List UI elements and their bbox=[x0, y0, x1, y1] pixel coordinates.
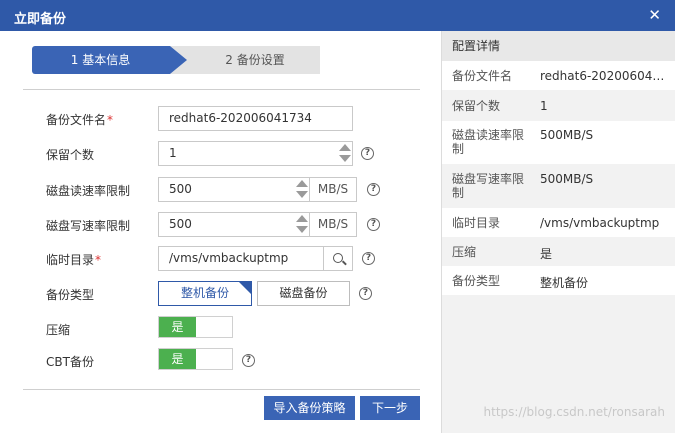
toggle-on-label: 是 bbox=[159, 349, 196, 369]
detail-key: 磁盘读速率限制 bbox=[452, 128, 525, 156]
details-title: 配置详情 bbox=[442, 31, 675, 61]
browse-button[interactable] bbox=[323, 246, 353, 271]
next-button[interactable]: 下一步 bbox=[360, 396, 420, 420]
row-compress: 压缩 是 bbox=[0, 316, 440, 342]
detail-row: 压缩 是 bbox=[442, 237, 675, 266]
detail-value: 500MB/S bbox=[540, 172, 594, 186]
close-icon[interactable]: ✕ bbox=[648, 6, 661, 24]
increment-icon[interactable] bbox=[296, 180, 308, 187]
watermark: https://blog.csdn.net/ronsarah bbox=[483, 405, 665, 419]
row-disk-read-limit: 磁盘读速率限制 500 MB/S ? bbox=[0, 177, 440, 203]
disk-read-limit-input[interactable]: 500 bbox=[158, 177, 310, 202]
help-icon[interactable]: ? bbox=[362, 252, 375, 265]
row-backup-file-name: 备份文件名* redhat6-202006041734 bbox=[0, 106, 440, 132]
backup-type-label: 备份类型 bbox=[46, 288, 95, 302]
cbt-backup-label: CBT备份 bbox=[46, 355, 94, 369]
compress-toggle[interactable]: 是 bbox=[158, 316, 233, 338]
step-backup-settings[interactable]: 2 备份设置 bbox=[170, 46, 320, 74]
detail-row: 备份类型 整机备份 bbox=[442, 266, 675, 295]
disk-write-limit-stepper[interactable] bbox=[295, 212, 309, 237]
divider bbox=[23, 389, 420, 390]
detail-value: /vms/vmbackuptmp bbox=[540, 216, 660, 230]
step-basic-info[interactable]: 1 基本信息 bbox=[32, 46, 187, 74]
form-panel: 2 备份设置 1 基本信息 备份文件名* redhat6-20200604173… bbox=[0, 31, 440, 433]
backup-type-disk-option[interactable]: 磁盘备份 bbox=[257, 281, 350, 306]
detail-row: 临时目录 /vms/vmbackuptmp bbox=[442, 208, 675, 237]
help-icon[interactable]: ? bbox=[361, 147, 374, 160]
help-icon[interactable]: ? bbox=[367, 218, 380, 231]
retain-count-stepper[interactable] bbox=[338, 141, 352, 166]
decrement-icon[interactable] bbox=[296, 191, 308, 198]
dialog-title: 立即备份 bbox=[14, 12, 67, 27]
retain-count-label: 保留个数 bbox=[46, 148, 95, 162]
compress-label: 压缩 bbox=[46, 323, 71, 337]
row-backup-type: 备份类型 整机备份 磁盘备份 ? bbox=[0, 281, 440, 307]
disk-write-limit-label: 磁盘写速率限制 bbox=[46, 219, 131, 233]
decrement-icon[interactable] bbox=[296, 226, 308, 233]
detail-value: redhat6-2020060417... bbox=[540, 69, 670, 83]
detail-value: 是 bbox=[540, 247, 553, 261]
detail-value: 整机备份 bbox=[540, 276, 589, 290]
detail-key: 保留个数 bbox=[452, 99, 501, 113]
disk-read-unit: MB/S bbox=[309, 177, 357, 202]
retain-count-input[interactable]: 1 bbox=[158, 141, 353, 166]
detail-key: 临时目录 bbox=[452, 216, 501, 230]
detail-row: 保留个数 1 bbox=[442, 90, 675, 121]
help-icon[interactable]: ? bbox=[242, 354, 255, 367]
toggle-on-label: 是 bbox=[159, 317, 196, 337]
divider bbox=[23, 89, 420, 90]
detail-key: 磁盘写速率限制 bbox=[452, 172, 525, 200]
decrement-icon[interactable] bbox=[339, 155, 351, 162]
disk-write-unit: MB/S bbox=[309, 212, 357, 237]
detail-key: 备份类型 bbox=[452, 274, 501, 288]
detail-row: 磁盘读速率限制 500MB/S bbox=[442, 121, 675, 164]
detail-key: 备份文件名 bbox=[452, 69, 513, 83]
temp-dir-input[interactable]: /vms/vmbackuptmp bbox=[158, 246, 324, 271]
help-icon[interactable]: ? bbox=[359, 287, 372, 300]
detail-value: 500MB/S bbox=[540, 128, 594, 142]
step-indicator: 2 备份设置 1 基本信息 bbox=[32, 46, 320, 74]
disk-write-limit-input[interactable]: 500 bbox=[158, 212, 310, 237]
dialog-titlebar: 立即备份 ✕ bbox=[0, 0, 675, 31]
detail-row: 磁盘写速率限制 500MB/S bbox=[442, 164, 675, 208]
backup-file-name-input[interactable]: redhat6-202006041734 bbox=[158, 106, 353, 131]
backup-type-full-option[interactable]: 整机备份 bbox=[158, 281, 252, 306]
row-retain-count: 保留个数 1 ? bbox=[0, 141, 440, 167]
row-temp-dir: 临时目录* /vms/vmbackuptmp ? bbox=[0, 246, 440, 272]
detail-key: 压缩 bbox=[452, 245, 477, 259]
required-mark: * bbox=[95, 253, 102, 267]
increment-icon[interactable] bbox=[339, 144, 351, 151]
row-disk-write-limit: 磁盘写速率限制 500 MB/S ? bbox=[0, 212, 440, 238]
temp-dir-label: 临时目录* bbox=[46, 253, 102, 267]
detail-value: 1 bbox=[540, 99, 548, 113]
detail-row: 备份文件名 redhat6-2020060417... bbox=[442, 61, 675, 90]
details-panel: 配置详情 备份文件名 redhat6-2020060417... 保留个数 1 … bbox=[441, 31, 675, 433]
cbt-backup-toggle[interactable]: 是 bbox=[158, 348, 233, 370]
selected-corner-icon bbox=[239, 282, 251, 294]
disk-read-limit-stepper[interactable] bbox=[295, 177, 309, 202]
disk-read-limit-label: 磁盘读速率限制 bbox=[46, 184, 131, 198]
backup-file-name-label: 备份文件名* bbox=[46, 113, 114, 127]
increment-icon[interactable] bbox=[296, 215, 308, 222]
row-cbt-backup: CBT备份 是 ? bbox=[0, 348, 440, 374]
required-mark: * bbox=[107, 113, 114, 127]
import-policy-button[interactable]: 导入备份策略 bbox=[264, 396, 355, 420]
help-icon[interactable]: ? bbox=[367, 183, 380, 196]
